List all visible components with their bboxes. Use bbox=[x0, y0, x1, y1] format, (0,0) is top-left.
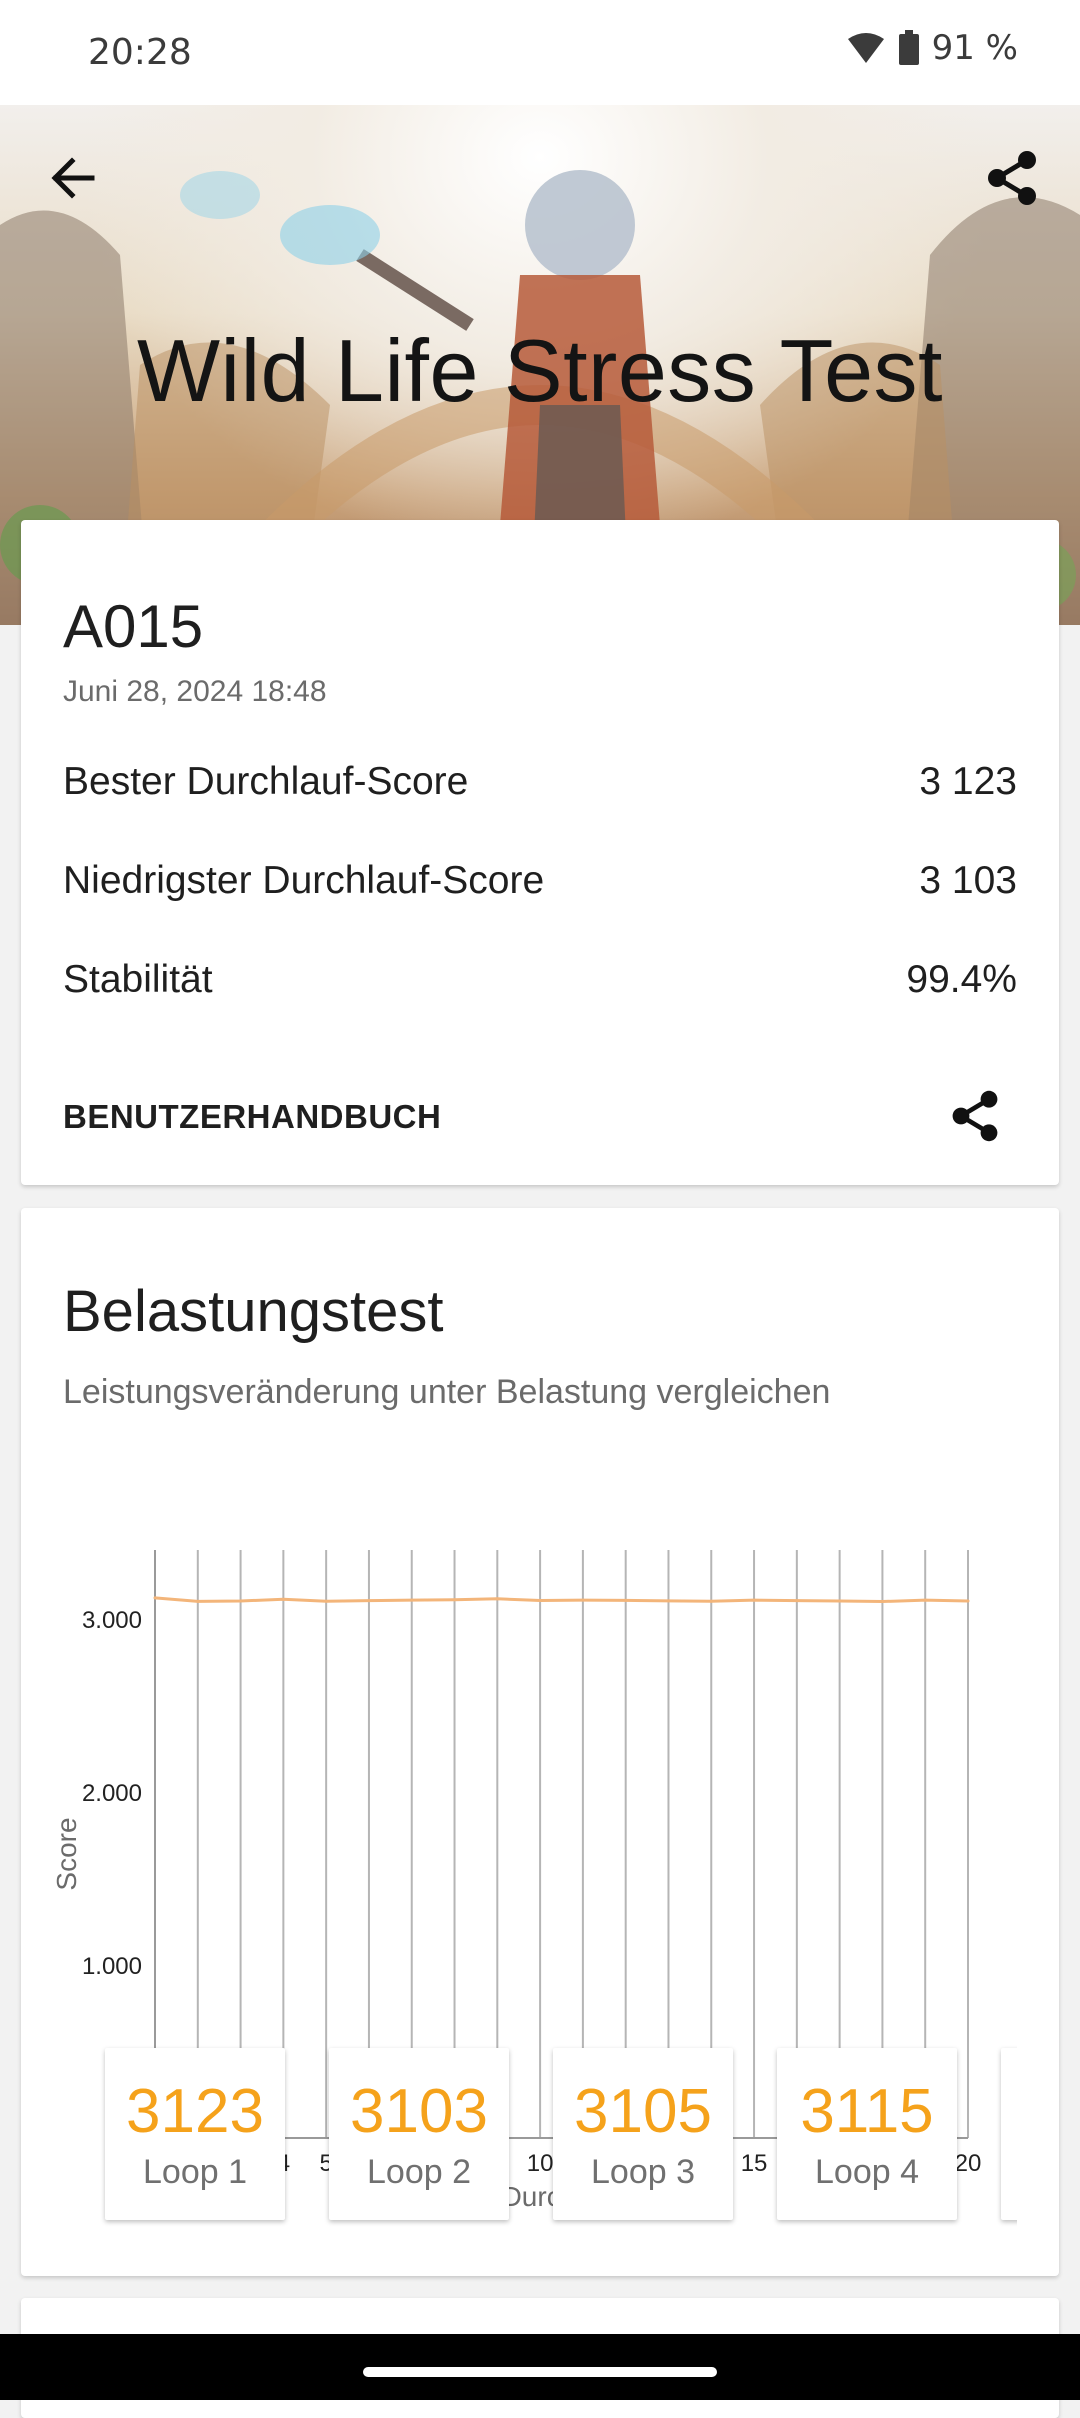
data-point bbox=[367, 1599, 371, 1603]
row-label: Stabilität bbox=[63, 958, 213, 1001]
battery-icon bbox=[898, 30, 919, 65]
data-point bbox=[324, 1599, 328, 1603]
gesture-handle[interactable] bbox=[363, 2367, 717, 2377]
data-point bbox=[880, 1600, 884, 1604]
loop-label: Loop 1 bbox=[143, 2153, 247, 2191]
back-button[interactable] bbox=[44, 148, 104, 208]
data-point bbox=[239, 1599, 243, 1603]
share-button-top[interactable] bbox=[982, 148, 1042, 208]
data-point bbox=[666, 1599, 670, 1603]
loop-label: Loop 3 bbox=[591, 2153, 695, 2191]
loop-card[interactable]: 3103 Loop 2 bbox=[329, 2048, 509, 2220]
section-title: Belastungstest bbox=[63, 1279, 444, 1344]
best-score-row: Bester Durchlauf-Score 3 123 bbox=[63, 760, 1017, 804]
test-date: Juni 28, 2024 18:48 bbox=[63, 675, 327, 708]
data-point bbox=[581, 1598, 585, 1602]
wifi-icon bbox=[847, 33, 884, 63]
result-card: A015 Juni 28, 2024 18:48 Bester Durchlau… bbox=[21, 520, 1059, 1185]
share-icon bbox=[952, 1090, 998, 1142]
status-bar: 20:28 91 % bbox=[0, 0, 1080, 105]
data-point bbox=[153, 1596, 157, 1600]
page-title: Wild Life Stress Test bbox=[136, 321, 944, 420]
loop-card[interactable]: 3115 Loop 4 bbox=[777, 2048, 957, 2220]
data-point bbox=[281, 1597, 285, 1601]
loop-card[interactable]: 3 bbox=[1001, 2048, 1017, 2220]
device-name: A015 bbox=[63, 593, 204, 660]
data-point bbox=[453, 1598, 457, 1602]
share-result-button[interactable] bbox=[947, 1088, 1003, 1144]
data-point bbox=[966, 1599, 970, 1603]
row-label: Bester Durchlauf-Score bbox=[63, 760, 469, 803]
loop-score: 3 bbox=[1001, 2076, 1017, 2147]
loop-score: 3103 bbox=[350, 2077, 488, 2146]
share-icon bbox=[988, 151, 1036, 205]
data-point bbox=[838, 1599, 842, 1603]
stability-row: Stabilität 99.4% bbox=[63, 958, 1017, 1002]
loop-card[interactable]: 3105 Loop 3 bbox=[553, 2048, 733, 2220]
battery-percent: 91 % bbox=[931, 28, 1018, 68]
navigation-bar bbox=[0, 2334, 1080, 2400]
data-point bbox=[624, 1598, 628, 1602]
series-line bbox=[154, 1596, 969, 1604]
loop-card[interactable]: 3123 Loop 1 bbox=[105, 2048, 285, 2220]
status-icons: 91 % bbox=[846, 28, 1018, 68]
y-tick-label: 1.000 bbox=[82, 1953, 142, 1980]
data-point bbox=[410, 1598, 414, 1602]
loop-score: 3123 bbox=[126, 2077, 264, 2146]
status-time: 20:28 bbox=[88, 32, 192, 73]
loop-label: Loop 4 bbox=[815, 2153, 919, 2191]
loop-score: 3105 bbox=[574, 2077, 712, 2146]
data-point bbox=[495, 1597, 499, 1601]
row-value: 99.4% bbox=[906, 958, 1017, 1001]
y-tick-label: 2.000 bbox=[82, 1780, 142, 1807]
row-value: 3 103 bbox=[919, 859, 1017, 902]
loop-scores-strip[interactable]: 3123 Loop 1 3103 Loop 2 3105 Loop 3 3115… bbox=[63, 2038, 1017, 2238]
row-label: Niedrigster Durchlauf-Score bbox=[63, 859, 545, 902]
y-tick-label: 3.000 bbox=[82, 1607, 142, 1634]
data-point bbox=[923, 1598, 927, 1602]
section-subtitle: Leistungsveränderung unter Belastung ver… bbox=[63, 1373, 831, 1411]
arrow-left-icon bbox=[51, 157, 95, 199]
user-manual-link[interactable]: BENUTZERHANDBUCH bbox=[63, 1098, 441, 1136]
data-point bbox=[795, 1599, 799, 1603]
data-point bbox=[196, 1599, 200, 1603]
lowest-score-row: Niedrigster Durchlauf-Score 3 103 bbox=[63, 859, 1017, 903]
data-point bbox=[538, 1598, 542, 1602]
row-value: 3 123 bbox=[919, 760, 1017, 803]
loop-label: Loop 2 bbox=[367, 2153, 471, 2191]
y-axis-label: Score bbox=[51, 1817, 82, 1890]
loop-score: 3115 bbox=[800, 2077, 934, 2146]
data-point bbox=[709, 1599, 713, 1603]
stress-test-card: Belastungstest Leistungsveränderung unte… bbox=[21, 1208, 1059, 2276]
data-point bbox=[752, 1598, 756, 1602]
